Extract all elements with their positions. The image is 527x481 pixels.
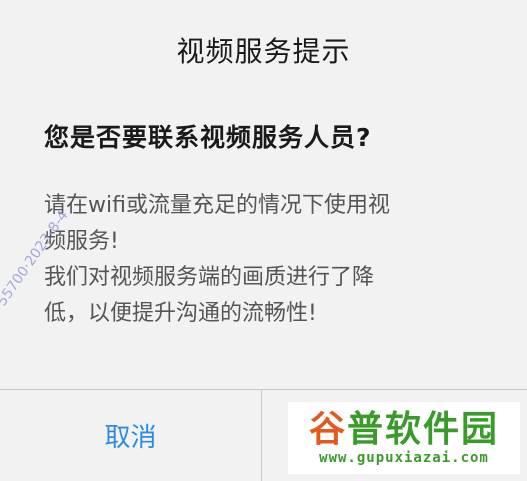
dialog-message: 请在wifi或流量充足的情况下使用视 频服务! 我们对视频服务端的画质进行了降 … (44, 188, 484, 332)
message-line: 我们对视频服务端的画质进行了降 (44, 265, 375, 290)
logo-part: 谷 (308, 409, 347, 450)
video-service-dialog: 视频服务提示 您是否要联系视频服务人员? 请在wifi或流量充足的情况下使用视 … (0, 0, 527, 481)
cancel-button[interactable]: 取消 (0, 390, 261, 481)
logo-part: 普 (346, 409, 385, 450)
watermark-logo: 谷普软件园 www.gupuxiazai.com (288, 402, 520, 474)
dialog-title: 视频服务提示 (176, 35, 351, 68)
message-line: 请在wifi或流量充足的情况下使用视 (44, 193, 390, 218)
dialog-question: 您是否要联系视频服务人员? (44, 123, 372, 152)
logo-part: 软件园 (385, 409, 500, 450)
logo-url: www.gupuxiazai.com (319, 450, 489, 466)
message-line: 频服务! (44, 229, 119, 254)
message-line: 低，以便提升沟通的流畅性! (44, 301, 317, 326)
logo-wordmark: 谷普软件园 (309, 410, 499, 450)
